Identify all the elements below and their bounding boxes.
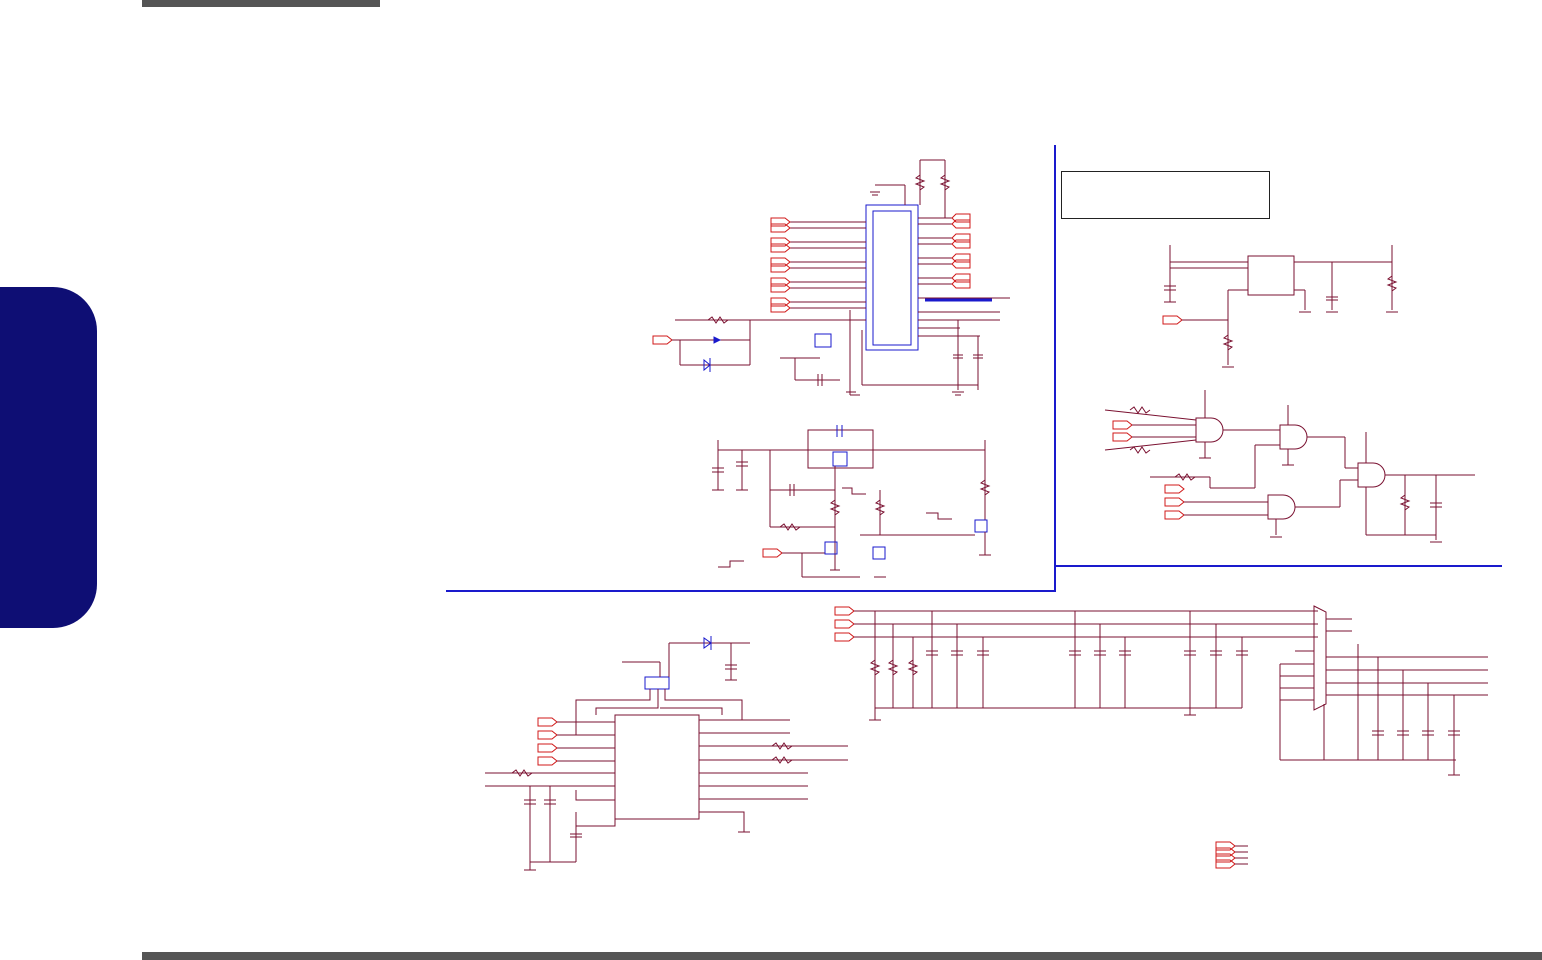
connector-ic-block [652, 159, 1010, 396]
power-switch-block [712, 425, 991, 578]
regulator-ic [1247, 255, 1295, 296]
left-signal-ports [770, 217, 791, 313]
vga-filter-block [834, 605, 1488, 869]
vga-connector-wires [1279, 618, 1488, 776]
off-page-ports [1215, 841, 1236, 869]
controller-ic [614, 714, 700, 820]
input-port [652, 335, 673, 345]
note-box [1061, 171, 1270, 219]
left-signal-wires [790, 221, 866, 309]
regulator-block [1162, 245, 1398, 368]
right-signal-ports [951, 213, 971, 289]
section-dividers [446, 145, 1502, 592]
schematic-diagram [446, 145, 1502, 871]
vga-connector [1313, 605, 1327, 711]
mosfet [832, 451, 848, 467]
right-signal-wires [918, 217, 1010, 337]
controller-ic-block [485, 636, 848, 871]
logic-gates-block [1104, 390, 1475, 543]
enable-port [762, 548, 783, 558]
transistor [814, 333, 832, 348]
filter-shunts [869, 611, 1248, 721]
regulator-input-port [1162, 315, 1183, 325]
